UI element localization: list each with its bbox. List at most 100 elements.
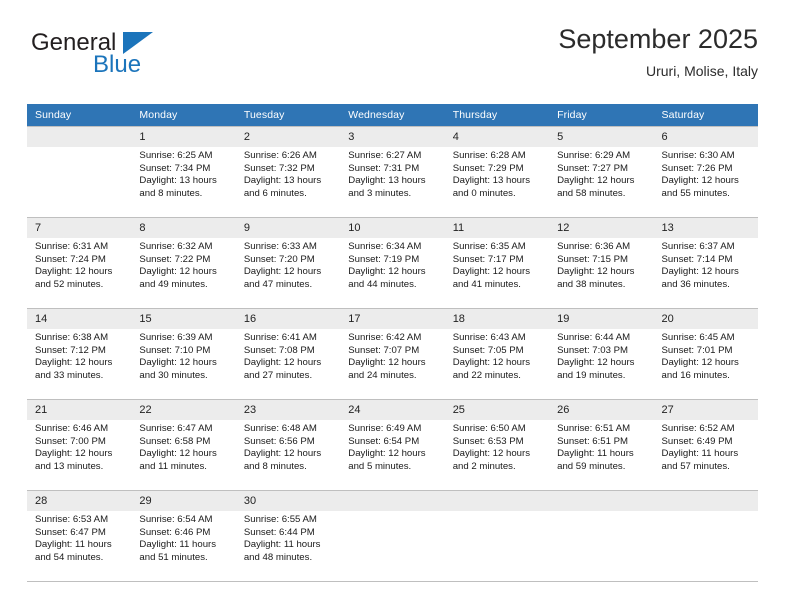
weekday-header-friday: Friday: [549, 104, 654, 127]
calendar-day-cell[interactable]: 7 Sunrise: 6:31 AM Sunset: 7:24 PM Daylight…: [27, 217, 132, 309]
day-number: 23: [235, 400, 341, 420]
sunrise-text: Sunrise: 6:47 AM: [139, 423, 213, 434]
sunrise-text: Sunrise: 6:33 AM: [243, 241, 317, 252]
sunrise-text: Sunrise: 6:44 AM: [557, 332, 631, 343]
daylight-text-line2: and 30 minutes.: [139, 369, 208, 381]
day-number: 2: [235, 127, 341, 147]
calendar-day-cell-empty: [340, 490, 445, 582]
calendar-day-cell[interactable]: 28 Sunrise: 6:53 AM Sunset: 6:47 PM Dayligh…: [27, 490, 132, 582]
day-details: Sunrise: 6:41 AM Sunset: 7:08 PM Daylight:…: [236, 329, 340, 382]
calendar-day-cell[interactable]: 6 Sunrise: 6:30 AM Sunset: 7:26 PM Daylight…: [653, 126, 758, 218]
calendar-day-cell[interactable]: 10 Sunrise: 6:34 AM Sunset: 7:19 PM Dayligh…: [340, 217, 445, 309]
calendar-day-cell[interactable]: 14 Sunrise: 6:38 AM Sunset: 7:12 PM Dayligh…: [27, 308, 132, 400]
calendar-day-cell-empty: [444, 490, 550, 582]
day-number: [444, 491, 550, 511]
day-cell-inner: [340, 491, 445, 581]
calendar-day-cell[interactable]: 29 Sunrise: 6:54 AM Sunset: 6:46 PM Dayligh…: [131, 490, 236, 582]
daylight-text-line1: Daylight: 12 hours: [348, 448, 426, 460]
calendar-day-cell[interactable]: 1 Sunrise: 6:25 AM Sunset: 7:34 PM Daylight…: [131, 126, 236, 218]
day-number: 16: [235, 309, 341, 329]
daylight-text-line2: and 57 minutes.: [661, 460, 730, 472]
day-details: Sunrise: 6:33 AM Sunset: 7:20 PM Daylight:…: [236, 238, 340, 291]
weekday-header-sunday: Sunday: [27, 104, 132, 127]
daylight-text-line2: and 27 minutes.: [243, 369, 313, 381]
daylight-text-line2: and 54 minutes.: [35, 551, 104, 563]
sunset-text: Sunset: 6:44 PM: [243, 526, 315, 538]
day-details: Sunrise: 6:34 AM Sunset: 7:19 PM Daylight:…: [340, 238, 444, 291]
calendar-day-cell[interactable]: 18 Sunrise: 6:43 AM Sunset: 7:05 PM Dayligh…: [444, 308, 550, 400]
calendar-week-row: 28 Sunrise: 6:53 AM Sunset: 6:47 PM Dayligh…: [27, 490, 758, 582]
calendar-day-cell[interactable]: 25 Sunrise: 6:50 AM Sunset: 6:53 PM Dayligh…: [444, 399, 550, 491]
sunrise-text: Sunrise: 6:25 AM: [139, 150, 213, 161]
day-details: Sunrise: 6:43 AM Sunset: 7:05 PM Daylight:…: [445, 329, 549, 382]
calendar-day-cell[interactable]: 19 Sunrise: 6:44 AM Sunset: 7:03 PM Dayligh…: [549, 308, 654, 400]
sunrise-text: Sunrise: 6:29 AM: [557, 150, 631, 161]
day-details: Sunrise: 6:44 AM Sunset: 7:03 PM Daylight:…: [549, 329, 653, 382]
daylight-text-line2: and 55 minutes.: [661, 187, 730, 199]
day-cell-inner: 17 Sunrise: 6:42 AM Sunset: 7:07 PM Dayligh…: [340, 309, 445, 399]
daylight-text-line1: Daylight: 12 hours: [557, 175, 635, 187]
sunrise-text: Sunrise: 6:43 AM: [452, 332, 526, 343]
calendar-day-cell[interactable]: 24 Sunrise: 6:49 AM Sunset: 6:54 PM Dayligh…: [340, 399, 445, 491]
calendar-day-cell[interactable]: 11 Sunrise: 6:35 AM Sunset: 7:17 PM Dayligh…: [444, 217, 550, 309]
sunset-text: Sunset: 7:24 PM: [35, 253, 106, 265]
calendar-day-cell[interactable]: 5 Sunrise: 6:29 AM Sunset: 7:27 PM Daylight…: [549, 126, 654, 218]
sunset-text: Sunset: 7:26 PM: [661, 162, 733, 174]
sunrise-text: Sunrise: 6:27 AM: [348, 150, 422, 161]
calendar-day-cell[interactable]: 17 Sunrise: 6:42 AM Sunset: 7:07 PM Dayligh…: [340, 308, 445, 400]
sunset-text: Sunset: 6:58 PM: [139, 435, 211, 447]
sunrise-text: Sunrise: 6:53 AM: [35, 514, 109, 525]
day-cell-inner: 22 Sunrise: 6:47 AM Sunset: 6:58 PM Dayligh…: [131, 400, 236, 490]
sunset-text: Sunset: 7:03 PM: [557, 344, 629, 356]
day-number: 15: [131, 309, 236, 329]
day-number: 19: [549, 309, 654, 329]
sunset-text: Sunset: 6:54 PM: [348, 435, 420, 447]
calendar-day-cell[interactable]: 4 Sunrise: 6:28 AM Sunset: 7:29 PM Daylight…: [444, 126, 550, 218]
day-cell-inner: 12 Sunrise: 6:36 AM Sunset: 7:15 PM Dayligh…: [549, 218, 654, 308]
daylight-text-line1: Daylight: 12 hours: [661, 357, 739, 369]
calendar-day-cell[interactable]: 9 Sunrise: 6:33 AM Sunset: 7:20 PM Daylight…: [235, 217, 341, 309]
daylight-text-line2: and 58 minutes.: [557, 187, 626, 199]
calendar-day-cell[interactable]: 8 Sunrise: 6:32 AM Sunset: 7:22 PM Daylight…: [131, 217, 236, 309]
sunset-text: Sunset: 7:14 PM: [661, 253, 733, 265]
day-number: 11: [444, 218, 550, 238]
sunrise-text: Sunrise: 6:38 AM: [35, 332, 109, 343]
day-number: 17: [340, 309, 445, 329]
day-details: Sunrise: 6:27 AM Sunset: 7:31 PM Daylight:…: [340, 147, 444, 200]
daylight-text-line2: and 3 minutes.: [348, 187, 412, 199]
calendar-day-cell[interactable]: 23 Sunrise: 6:48 AM Sunset: 6:56 PM Dayligh…: [235, 399, 341, 491]
daylight-text-line2: and 16 minutes.: [661, 369, 730, 381]
day-details: Sunrise: 6:39 AM Sunset: 7:10 PM Daylight:…: [131, 329, 235, 382]
weekday-header-tuesday: Tuesday: [235, 104, 341, 127]
calendar-day-cell[interactable]: 26 Sunrise: 6:51 AM Sunset: 6:51 PM Dayligh…: [549, 399, 654, 491]
day-number: 7: [27, 218, 132, 238]
general-blue-logo[interactable]: General Blue: [27, 30, 227, 86]
day-details: Sunrise: 6:49 AM Sunset: 6:54 PM Daylight:…: [340, 420, 444, 473]
daylight-text-line1: Daylight: 12 hours: [452, 266, 531, 278]
day-number: 18: [444, 309, 550, 329]
daylight-text-line2: and 47 minutes.: [243, 278, 313, 290]
calendar-day-cell[interactable]: 12 Sunrise: 6:36 AM Sunset: 7:15 PM Dayligh…: [549, 217, 654, 309]
calendar-day-cell[interactable]: 2 Sunrise: 6:26 AM Sunset: 7:32 PM Daylight…: [235, 126, 341, 218]
daylight-text-line2: and 2 minutes.: [452, 460, 516, 472]
day-details: Sunrise: 6:37 AM Sunset: 7:14 PM Daylight:…: [654, 238, 758, 291]
day-cell-inner: 7 Sunrise: 6:31 AM Sunset: 7:24 PM Daylight…: [27, 218, 132, 308]
day-details: Sunrise: 6:51 AM Sunset: 6:51 PM Daylight:…: [549, 420, 653, 473]
sunset-text: Sunset: 7:10 PM: [139, 344, 211, 356]
calendar-day-cell[interactable]: 3 Sunrise: 6:27 AM Sunset: 7:31 PM Daylight…: [340, 126, 445, 218]
day-cell-inner: 3 Sunrise: 6:27 AM Sunset: 7:31 PM Daylight…: [340, 127, 445, 217]
day-cell-inner: 1 Sunrise: 6:25 AM Sunset: 7:34 PM Daylight…: [131, 127, 236, 217]
calendar-day-cell[interactable]: 15 Sunrise: 6:39 AM Sunset: 7:10 PM Dayligh…: [131, 308, 236, 400]
calendar-day-cell[interactable]: 16 Sunrise: 6:41 AM Sunset: 7:08 PM Dayligh…: [235, 308, 341, 400]
calendar-day-cell[interactable]: 20 Sunrise: 6:45 AM Sunset: 7:01 PM Dayligh…: [653, 308, 758, 400]
sunrise-text: Sunrise: 6:42 AM: [348, 332, 422, 343]
weekday-header-monday: Monday: [131, 104, 236, 127]
calendar-body: 1 Sunrise: 6:25 AM Sunset: 7:34 PM Daylight…: [27, 126, 758, 582]
calendar-day-cell[interactable]: 21 Sunrise: 6:46 AM Sunset: 7:00 PM Dayligh…: [27, 399, 132, 491]
calendar-day-cell[interactable]: 30 Sunrise: 6:55 AM Sunset: 6:44 PM Dayligh…: [235, 490, 341, 582]
calendar-day-cell[interactable]: 27 Sunrise: 6:52 AM Sunset: 6:49 PM Dayligh…: [653, 399, 758, 491]
calendar-day-cell[interactable]: 22 Sunrise: 6:47 AM Sunset: 6:58 PM Dayligh…: [131, 399, 236, 491]
day-cell-inner: 15 Sunrise: 6:39 AM Sunset: 7:10 PM Dayligh…: [131, 309, 236, 399]
day-details: Sunrise: 6:25 AM Sunset: 7:34 PM Daylight:…: [131, 147, 235, 200]
calendar-day-cell[interactable]: 13 Sunrise: 6:37 AM Sunset: 7:14 PM Dayligh…: [653, 217, 758, 309]
